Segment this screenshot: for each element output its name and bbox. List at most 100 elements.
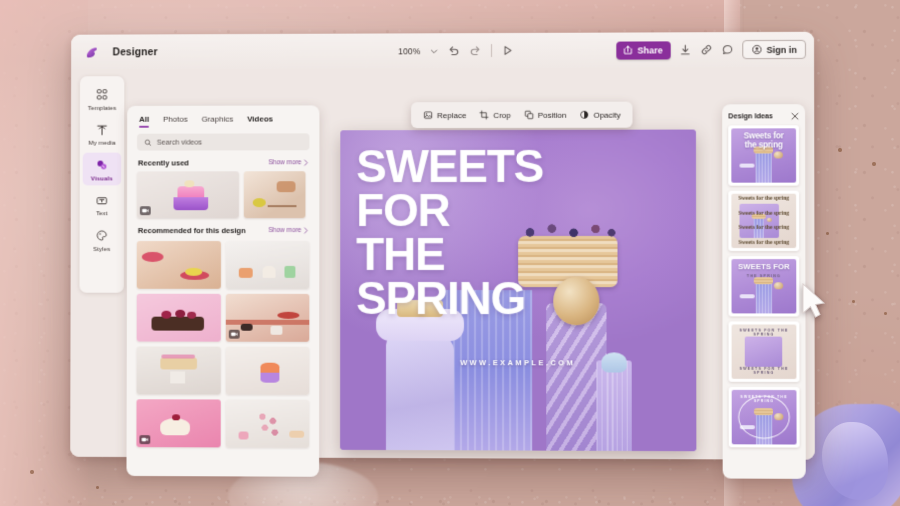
- title-bar-actions: Share Sign in: [616, 32, 806, 68]
- crumb: [872, 162, 876, 166]
- share-icon: [622, 45, 633, 56]
- crop-button[interactable]: Crop: [479, 110, 511, 120]
- assets-panel: All Photos Graphics Videos Search videos…: [126, 105, 320, 477]
- sidebar-item-text[interactable]: Text: [83, 188, 122, 220]
- position-layers-icon: [524, 110, 533, 119]
- design-idea-subtitle: THE SPRING: [746, 274, 782, 279]
- share-label: Share: [637, 44, 663, 56]
- show-more-label: Show more: [268, 227, 302, 235]
- list-item[interactable]: [225, 241, 310, 289]
- design-idea-5[interactable]: SWEETS FOR THE SPRING: [728, 386, 800, 448]
- list-item[interactable]: [136, 241, 221, 289]
- design-idea-label: Sweets for the spring: [743, 131, 784, 150]
- design-idea-3[interactable]: SWEETS FOR THE SPRING: [728, 256, 800, 317]
- image-replace-icon: [424, 111, 433, 119]
- opacity-button[interactable]: Opacity: [579, 110, 621, 120]
- sidebar-item-templates[interactable]: Templates: [83, 82, 122, 114]
- download-icon[interactable]: [679, 43, 692, 56]
- show-more-link[interactable]: Show more: [268, 227, 309, 235]
- search-input[interactable]: Search videos: [137, 133, 310, 151]
- app-body: Templates My media Visuals Text Styles A…: [70, 66, 815, 479]
- crumb: [838, 148, 842, 152]
- text-box-icon: [83, 193, 122, 208]
- opacity-label: Opacity: [593, 110, 621, 120]
- video-badge-icon: [139, 206, 151, 216]
- templates-grid-icon: [83, 87, 121, 102]
- list-item[interactable]: [225, 346, 310, 395]
- comment-icon[interactable]: [721, 43, 734, 56]
- chevron-down-icon[interactable]: [430, 47, 438, 55]
- canvas-headline[interactable]: SWEETS FOR THE SPRING: [356, 139, 669, 325]
- design-idea-circle-label: SWEETS FOR THE SPRING: [740, 394, 788, 404]
- chevron-right-icon: [305, 160, 309, 167]
- zoom-controls: 100%: [398, 33, 513, 68]
- section-recommended: Recommended for this design Show more: [127, 218, 319, 239]
- crumb: [826, 232, 829, 235]
- sprinkles-cluster: [845, 170, 900, 290]
- list-item[interactable]: [225, 293, 310, 342]
- design-idea-2[interactable]: Sweets for the spring Sweets for the spr…: [728, 190, 800, 252]
- sidebar-item-label: Text: [96, 210, 108, 218]
- assets-tabs: All Photos Graphics Videos: [127, 105, 319, 127]
- headline-line-4: SPRING: [356, 272, 526, 325]
- list-item[interactable]: [136, 171, 239, 219]
- title-bar: Designer 100% Share Sign in: [71, 31, 815, 70]
- show-more-link[interactable]: Show more: [268, 159, 309, 167]
- sidebar-item-my-media[interactable]: My media: [83, 117, 122, 149]
- sidebar-item-visuals[interactable]: Visuals: [82, 152, 122, 185]
- canvas-artwork: SWEETS FOR THE SPRING WWW.EXAMPLE.COM: [340, 129, 697, 452]
- section-title: Recommended for this design: [137, 226, 246, 236]
- canvas-url-text[interactable]: WWW.EXAMPLE.COM: [340, 358, 696, 368]
- design-canvas[interactable]: SWEETS FOR THE SPRING WWW.EXAMPLE.COM: [340, 129, 697, 452]
- design-ideas-header: Design Ideas: [728, 111, 799, 120]
- design-idea-4[interactable]: SWEETS FOR THE SPRING SWEETS FOR THE SPR…: [728, 321, 800, 383]
- list-item[interactable]: [136, 293, 221, 342]
- list-item[interactable]: [225, 399, 310, 448]
- link-icon[interactable]: [700, 43, 713, 56]
- search-placeholder: Search videos: [156, 137, 202, 147]
- design-idea-label: SWEETS FOR: [737, 262, 790, 272]
- close-icon[interactable]: [791, 112, 799, 120]
- sidebar-item-label: Styles: [93, 245, 111, 253]
- position-button[interactable]: Position: [524, 110, 567, 120]
- design-idea-1[interactable]: Sweets for the spring: [728, 125, 800, 186]
- designer-logo-icon: [87, 47, 98, 58]
- headline-line-1: SWEETS: [356, 139, 544, 193]
- chevron-right-icon: [305, 228, 309, 235]
- replace-label: Replace: [437, 110, 467, 120]
- redo-icon[interactable]: [469, 44, 482, 57]
- undo-icon[interactable]: [447, 44, 460, 57]
- crumb: [30, 470, 34, 474]
- position-label: Position: [537, 110, 567, 120]
- zoom-level-value[interactable]: 100%: [398, 46, 420, 56]
- video-badge-icon: [228, 329, 240, 339]
- palette-icon: [83, 228, 122, 243]
- list-item[interactable]: [243, 171, 306, 219]
- tab-all[interactable]: All: [139, 115, 149, 128]
- list-item[interactable]: [136, 399, 221, 448]
- recently-used-row: [127, 171, 319, 219]
- play-icon[interactable]: [501, 44, 514, 57]
- replace-button[interactable]: Replace: [423, 110, 466, 120]
- crumb: [96, 486, 99, 489]
- headline-line-3: THE: [356, 228, 445, 281]
- list-item[interactable]: [136, 346, 221, 395]
- visuals-bubbles-icon: [83, 158, 122, 173]
- sign-in-button[interactable]: Sign in: [742, 39, 806, 60]
- upload-arrow-icon: [83, 122, 122, 137]
- sidebar-item-label: My media: [88, 139, 116, 147]
- search-icon: [145, 139, 152, 147]
- selection-toolbar: Replace Crop Position Opacity: [411, 101, 633, 129]
- sidebar-item-styles[interactable]: Styles: [83, 223, 122, 255]
- headline-line-2: FOR: [356, 184, 450, 237]
- sidebar-item-label: Templates: [87, 104, 117, 112]
- section-title: Recently used: [137, 158, 189, 168]
- opacity-circle-icon: [579, 110, 589, 120]
- app-title: Designer: [112, 45, 158, 58]
- tab-photos[interactable]: Photos: [163, 115, 188, 128]
- tab-graphics[interactable]: Graphics: [201, 115, 233, 128]
- share-button[interactable]: Share: [616, 40, 671, 60]
- tab-videos[interactable]: Videos: [247, 115, 273, 128]
- crop-label: Crop: [493, 110, 511, 120]
- mouse-pointer-icon: [802, 282, 826, 318]
